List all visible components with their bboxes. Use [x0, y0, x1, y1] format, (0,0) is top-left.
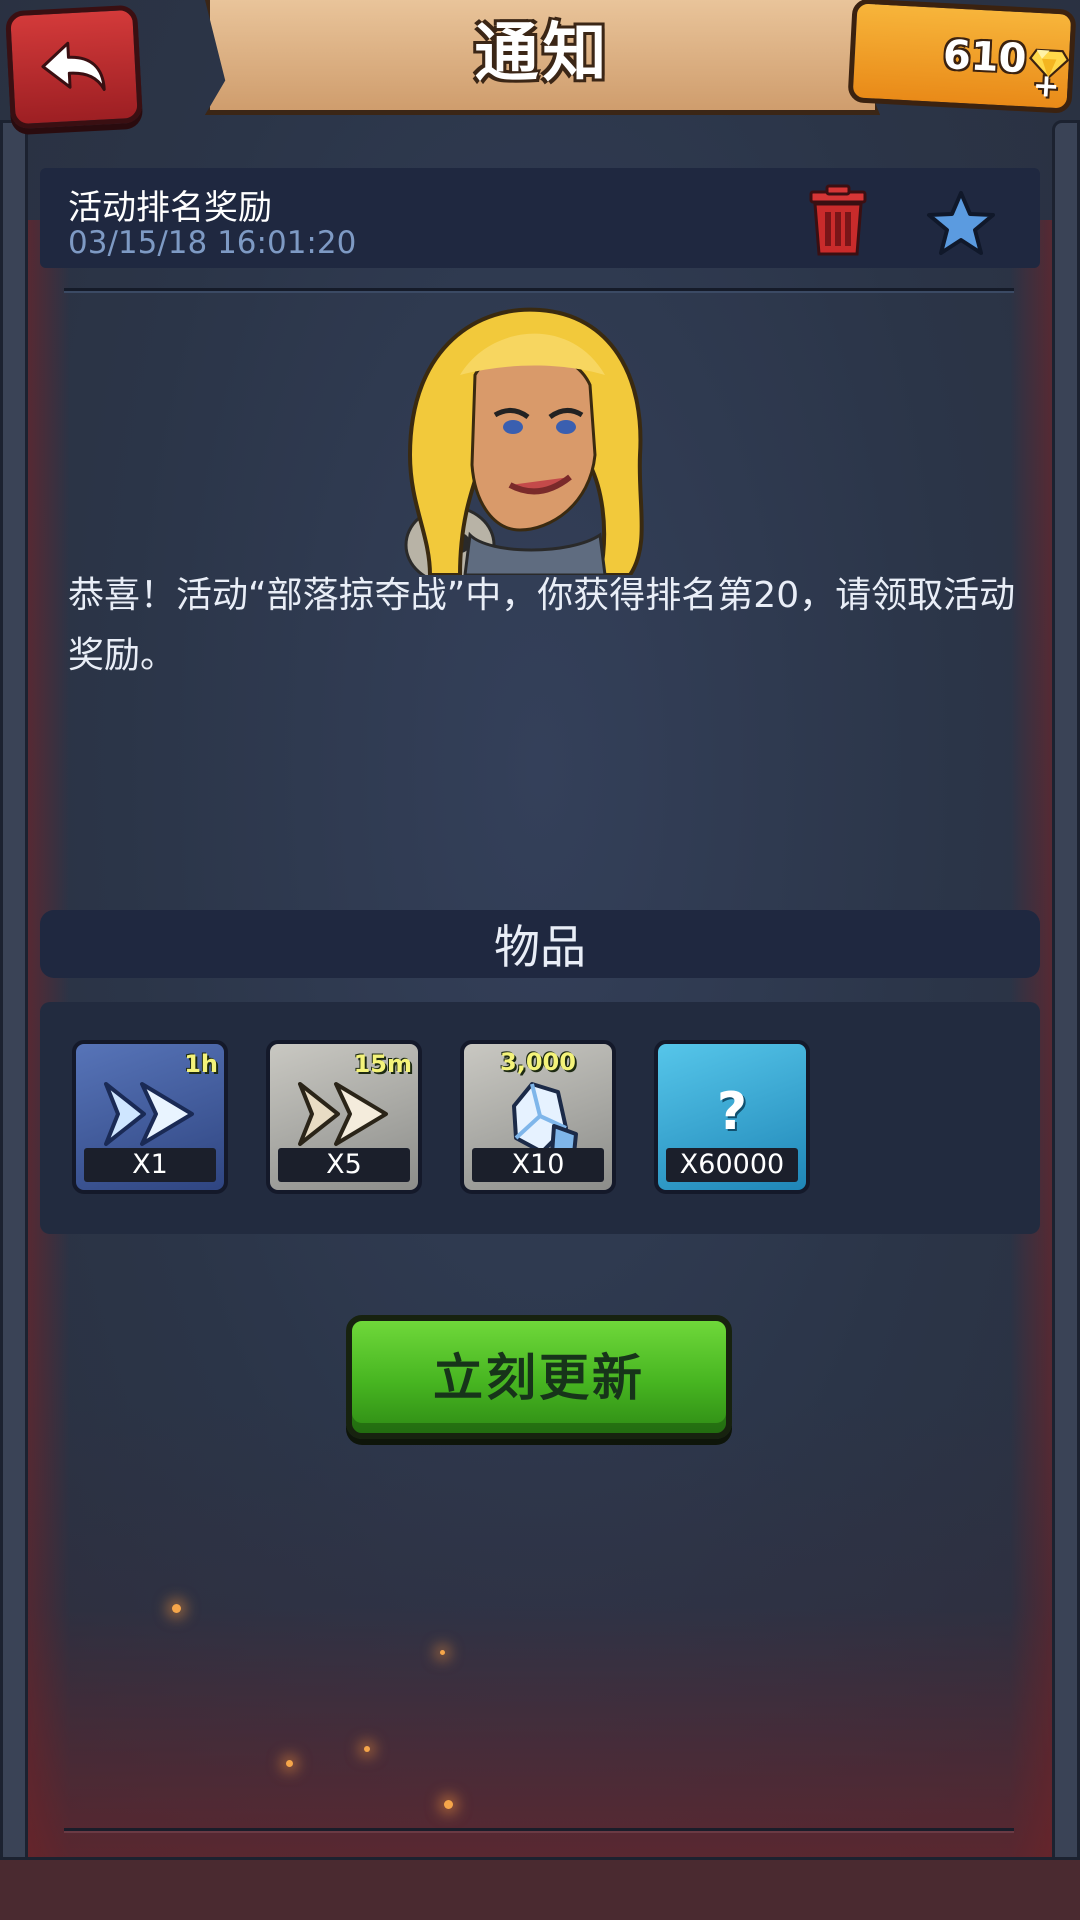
item-quantity: X5 [278, 1148, 410, 1182]
mail-subject: 活动排名奖励 [68, 188, 272, 228]
item-slot[interactable]: 15m X5 [266, 1040, 422, 1194]
bottom-glow [0, 1400, 1080, 1920]
item-duration-tag: 15m [353, 1050, 412, 1078]
back-arrow-icon [41, 41, 106, 91]
star-icon[interactable] [926, 190, 996, 256]
right-stone-frame [1052, 120, 1080, 1920]
bottom-frame [0, 1857, 1080, 1920]
gem-counter[interactable]: 610 + [847, 0, 1077, 114]
page-title: 通知 [474, 17, 611, 91]
ember [286, 1760, 293, 1767]
item-quantity: X60000 [666, 1148, 798, 1182]
item-quantity: X1 [84, 1148, 216, 1182]
item-amount-tag: 3,000 [500, 1048, 576, 1076]
back-button[interactable] [5, 4, 143, 130]
items-header: 物品 [40, 910, 1040, 978]
plus-icon[interactable]: + [1032, 66, 1061, 105]
crystal-icon [512, 1082, 578, 1156]
mail-date: 03/15/18 16:01:20 [68, 225, 357, 261]
ember [172, 1604, 181, 1613]
divider [64, 288, 1014, 291]
item-slot[interactable]: ? X60000 [654, 1040, 810, 1194]
items-panel: 1h X1 15m X5 3,000 X10 ? X60000 [40, 1002, 1040, 1234]
ember [440, 1650, 445, 1655]
claim-button-label: 立刻更新 [433, 1349, 645, 1407]
claim-button[interactable]: 立刻更新 [346, 1315, 732, 1439]
item-slot[interactable]: 3,000 X10 [460, 1040, 616, 1194]
ember [364, 1746, 370, 1752]
bottom-divider [64, 1828, 1014, 1831]
title-banner: 通知 [205, 0, 880, 115]
gem-count: 610 [941, 32, 1028, 83]
notification-screen: 通知 610 + 活动排名奖励 03/15/18 16:01:20 恭喜！活动“… [0, 0, 1080, 1920]
item-slot[interactable]: 1h X1 [72, 1040, 228, 1194]
mail-body-text: 恭喜！活动“部落掠夺战”中，你获得排名第20，请领取活动奖励。 [68, 575, 1016, 676]
left-stone-frame [0, 120, 28, 1920]
trash-icon[interactable] [805, 184, 871, 258]
question-mark-icon: ? [716, 1082, 748, 1142]
speedup-arrows-icon [104, 1082, 194, 1146]
item-duration-tag: 1h [184, 1050, 218, 1078]
speedup-arrows-icon [298, 1082, 388, 1146]
item-quantity: X10 [472, 1148, 604, 1182]
ember [444, 1800, 453, 1809]
mail-header: 活动排名奖励 03/15/18 16:01:20 [40, 168, 1040, 268]
items-title: 物品 [494, 920, 586, 974]
character-portrait [404, 307, 644, 575]
